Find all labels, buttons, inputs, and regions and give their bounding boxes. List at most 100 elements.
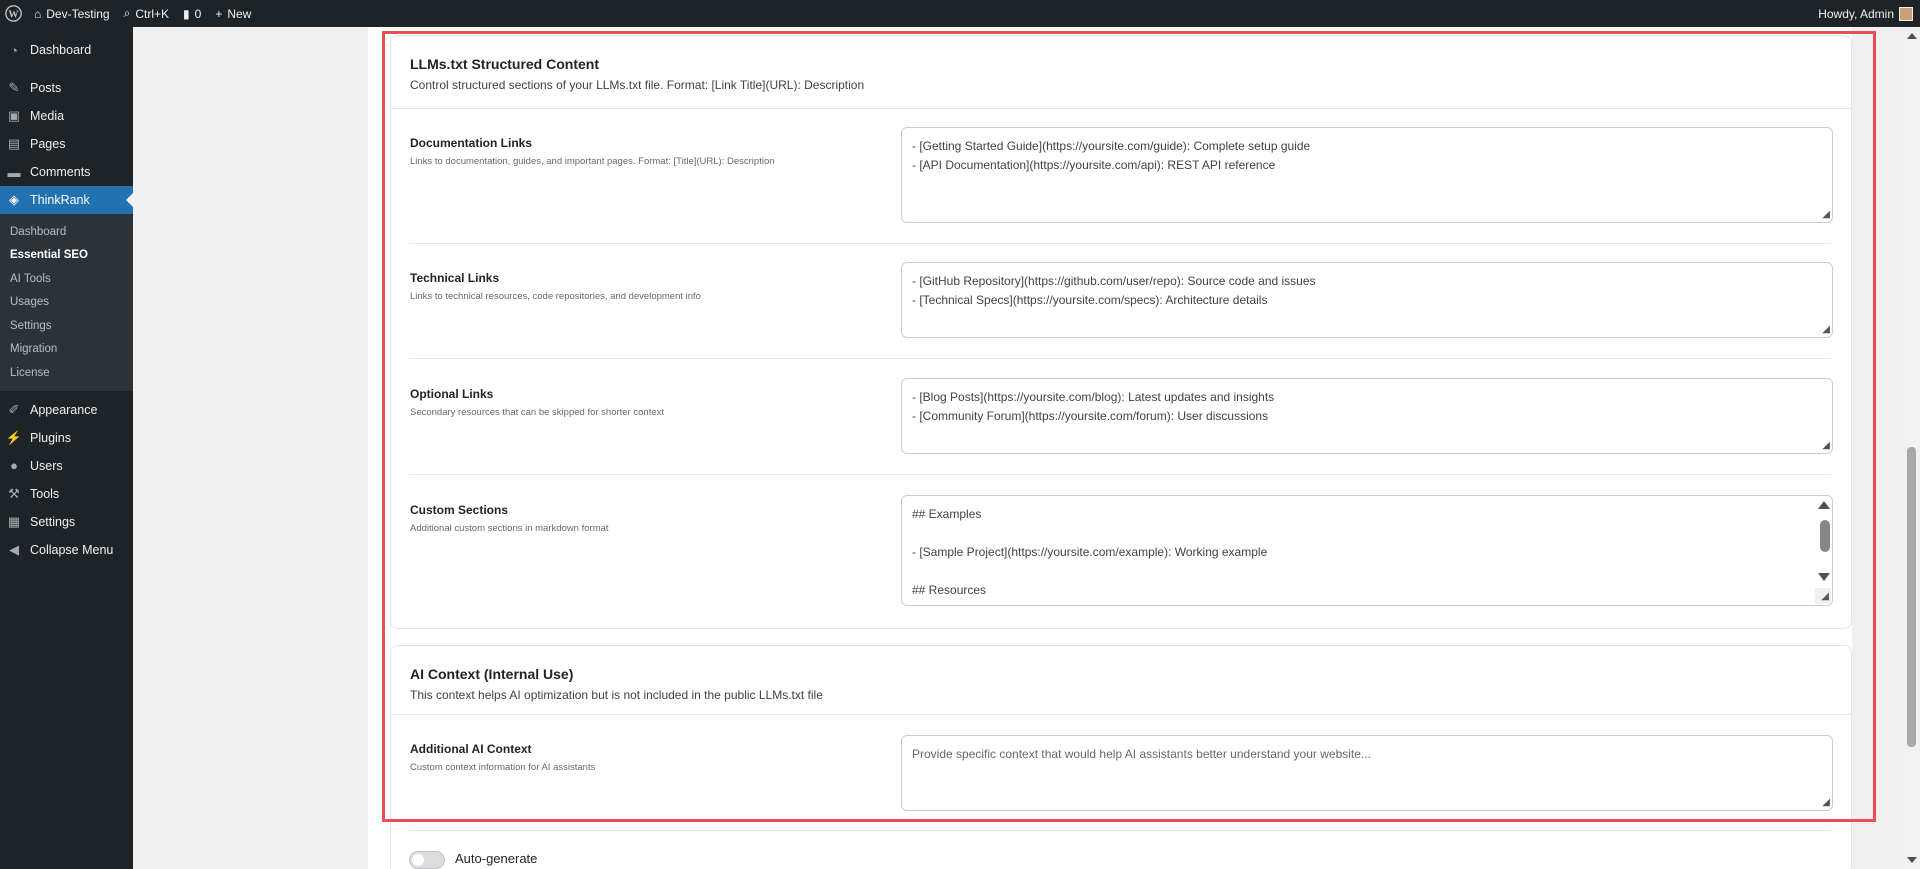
auto-generate-toggle[interactable] [409, 851, 445, 869]
account-menu[interactable]: Howdy, Admin [1811, 0, 1920, 27]
textarea-line: - [Getting Started Guide](https://yoursi… [912, 139, 1311, 153]
comments-link[interactable]: ▮ 0 [176, 0, 208, 27]
submenu-settings[interactable]: Settings [0, 314, 133, 338]
resize-grip-icon[interactable]: ◢ [1815, 588, 1831, 604]
menu-label: ThinkRank [30, 193, 90, 207]
additional-ai-context-hint: Custom context information for AI assist… [410, 762, 596, 773]
site-name-link[interactable]: ⌂ Dev-Testing [27, 0, 117, 27]
submenu-migration[interactable]: Migration [0, 338, 133, 362]
svg-text:W: W [8, 9, 19, 20]
submenu-ai-tools[interactable]: AI Tools [0, 267, 133, 291]
menu-comments[interactable]: ▬ Comments [0, 158, 133, 186]
scroll-thumb[interactable] [1820, 520, 1830, 552]
menu-appearance[interactable]: ✐ Appearance [0, 396, 133, 424]
additional-ai-context-label: Additional AI Context [410, 742, 532, 756]
menu-thinkrank[interactable]: ◈ ThinkRank [0, 186, 133, 214]
menu-label: Posts [30, 81, 62, 95]
brush-icon: ✐ [8, 401, 20, 417]
menu-tools[interactable]: ⚒ Tools [0, 480, 133, 508]
collapse-icon: ◀ [9, 541, 19, 557]
wrench-icon: ⚒ [8, 485, 20, 501]
textarea-line: - [API Documentation](https://yoursite.c… [912, 158, 1276, 172]
menu-plugins[interactable]: ⚡ Plugins [0, 424, 133, 452]
menu-pages[interactable]: ▤ Pages [0, 130, 133, 158]
documentation-links-hint: Links to documentation, guides, and impo… [410, 156, 775, 167]
textarea-line: - [GitHub Repository](https://github.com… [912, 274, 1316, 288]
scroll-up-arrow-icon[interactable] [1818, 501, 1830, 509]
new-content-link[interactable]: + New [208, 0, 258, 27]
pin-icon: ✎ [8, 80, 20, 95]
documentation-links-label: Documentation Links [410, 136, 533, 150]
submenu-dashboard[interactable]: Dashboard [0, 220, 133, 244]
menu-media[interactable]: ▣ Media [0, 102, 133, 130]
page-scroll-thumb[interactable] [1907, 447, 1916, 747]
custom-sections-label: Custom Sections [410, 503, 509, 517]
home-icon: ⌂ [34, 6, 42, 21]
menu-collapse[interactable]: ◀ Collapse Menu [0, 536, 133, 564]
comments-count: 0 [194, 6, 202, 21]
resize-grip-icon[interactable]: ◢ [1820, 798, 1830, 808]
scroll-up-arrow-icon[interactable] [1907, 33, 1917, 39]
technical-links-hint: Links to technical resources, code repos… [410, 291, 701, 302]
textarea-line: - [Blog Posts](https://yoursite.com/blog… [912, 390, 1275, 404]
textarea-line: - [Community Forum](https://yoursite.com… [912, 409, 1269, 423]
greeting: Howdy, Admin [1818, 6, 1894, 21]
thinkrank-submenu: Dashboard Essential SEO AI Tools Usages … [0, 214, 133, 391]
ai-context-label-group: Additional AI Context Custom context inf… [410, 742, 595, 773]
divider [409, 358, 1831, 359]
menu-label: Comments [30, 165, 91, 179]
divider [409, 830, 1831, 831]
custom-sections-hint: Additional custom sections in markdown f… [410, 523, 609, 534]
divider [391, 108, 1851, 109]
wordpress-logo-icon[interactable]: W [0, 0, 27, 27]
submenu-license[interactable]: License [0, 361, 133, 385]
comment-icon: ▮ [183, 6, 190, 21]
plug-icon: ⚡ [5, 429, 23, 445]
optional-links-hint: Secondary resources that can be skipped … [410, 407, 664, 418]
divider [391, 714, 1851, 715]
resize-grip-icon[interactable]: ◢ [1820, 210, 1830, 220]
technical-links-label-group: Technical Links Links to technical resou… [410, 271, 701, 302]
resize-grip-icon[interactable]: ◢ [1820, 325, 1830, 335]
pages-icon: ▤ [7, 136, 21, 151]
page-scrollbar[interactable] [1903, 27, 1920, 869]
menu-label: Appearance [30, 402, 98, 417]
documentation-links-textarea[interactable]: - [Getting Started Guide](https://yoursi… [901, 127, 1833, 223]
ai-context-title: AI Context (Internal Use) [410, 666, 574, 682]
divider [409, 243, 1831, 244]
submenu-essential-seo[interactable]: Essential SEO [0, 244, 133, 268]
menu-label: Tools [30, 486, 60, 501]
admin-bar: W ⌂ Dev-Testing ⌕ Ctrl+K ▮ 0 + New Howdy… [0, 0, 1920, 27]
search-icon: ⌕ [123, 6, 131, 20]
menu-posts[interactable]: ✎ Posts [0, 74, 133, 102]
menu-users[interactable]: ● Users [0, 452, 133, 480]
resize-grip-icon[interactable]: ◢ [1820, 441, 1830, 451]
technical-links-textarea[interactable]: - [GitHub Repository](https://github.com… [901, 262, 1833, 338]
textarea-line: ## Examples [912, 507, 982, 521]
optional-links-label-group: Optional Links Secondary resources that … [410, 387, 664, 418]
search-shortcut[interactable]: ⌕ Ctrl+K [117, 0, 176, 27]
custom-sections-textarea[interactable]: ## Examples - [Sample Project](https://y… [901, 495, 1833, 606]
menu-label: Users [30, 458, 63, 473]
menu-dashboard[interactable]: ◔ Dashboard [0, 36, 133, 64]
divider [409, 474, 1831, 475]
menu-label: Settings [30, 514, 76, 529]
scroll-down-arrow-icon[interactable] [1907, 857, 1917, 863]
thinkrank-icon: ◈ [9, 192, 19, 207]
comment-icon: ▬ [7, 164, 21, 180]
submenu-usages[interactable]: Usages [0, 291, 133, 315]
textarea-placeholder: Provide specific context that would help… [912, 747, 1371, 761]
scroll-down-arrow-icon[interactable] [1818, 573, 1830, 581]
additional-ai-context-textarea[interactable]: Provide specific context that would help… [901, 735, 1833, 811]
menu-label: Collapse Menu [30, 542, 114, 557]
menu-settings[interactable]: ▦ Settings [0, 508, 133, 536]
dashboard-icon: ◔ [10, 42, 18, 58]
user-icon: ● [10, 458, 18, 473]
ai-context-description: This context helps AI optimization but i… [410, 688, 823, 702]
textarea-line [912, 524, 1822, 543]
textarea-line: - [Technical Specs](https://yoursite.com… [912, 293, 1268, 307]
structured-content-description: Control structured sections of your LLMs… [410, 78, 865, 92]
optional-links-textarea[interactable]: - [Blog Posts](https://yoursite.com/blog… [901, 378, 1833, 454]
optional-links-label: Optional Links [410, 387, 494, 401]
auto-generate-label: Auto-generate [455, 851, 538, 866]
